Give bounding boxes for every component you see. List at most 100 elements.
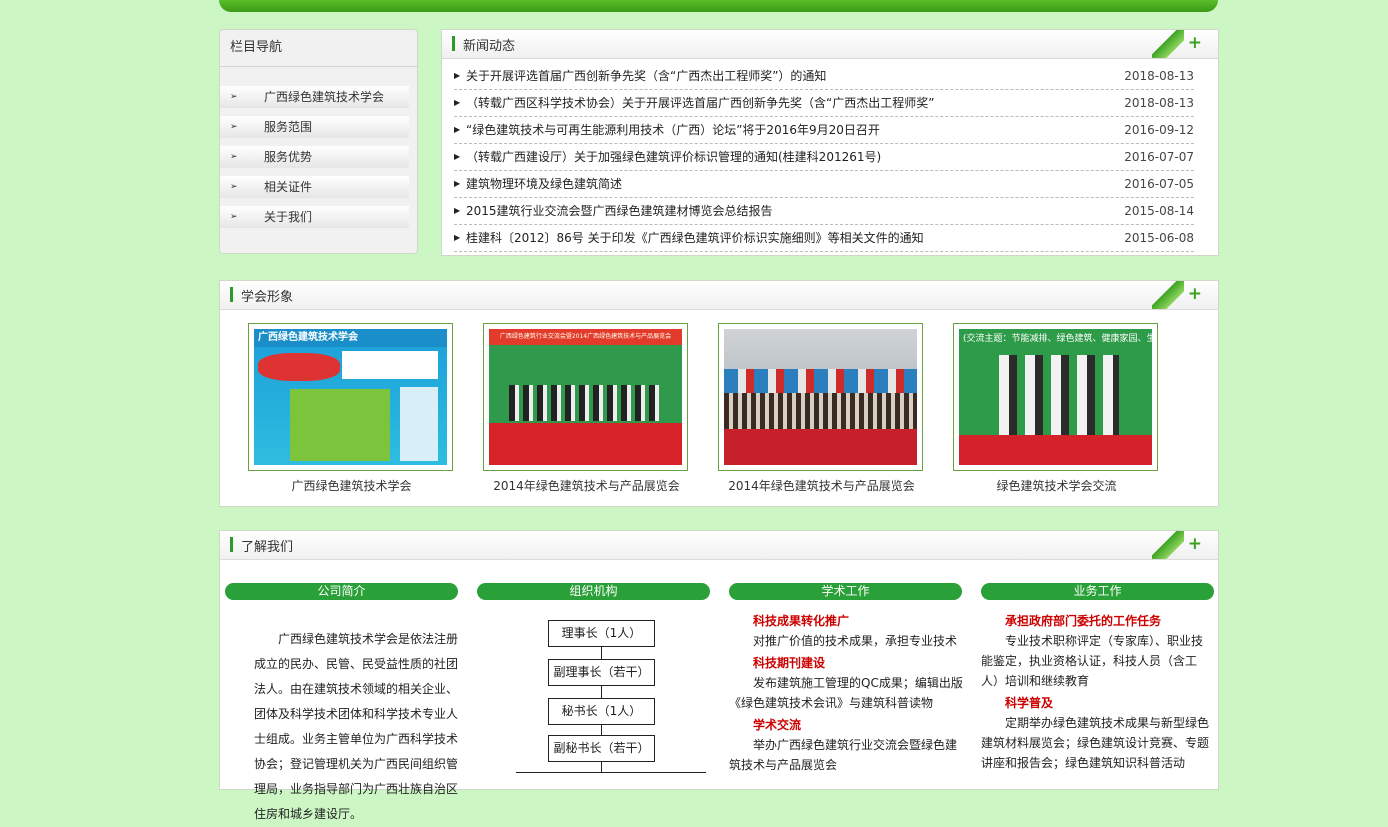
news-header: 新闻动态 + [442, 30, 1218, 59]
photo-society-exchange: (交流主题：节能减排、绿色建筑、健康家园、生 [959, 329, 1152, 465]
news-date: 2016-09-12 [1124, 123, 1194, 137]
academic-heading: 科技期刊建设 [753, 656, 826, 670]
gallery-panel: 学会形象 + 广西绿色建筑技术学会 广西绿色建筑技术学会 广西绿色建筑行业交流会… [219, 280, 1219, 507]
leaf-icon [1152, 531, 1184, 559]
academic-text: 举办广西绿色建筑行业交流会暨绿色建筑技术与产品展览会 [729, 738, 958, 772]
news-panel: 新闻动态 + ▶ 关于开展评选首届广西创新争先奖（含“广西杰出工程师奖”）的通知 2… [441, 29, 1219, 256]
photo-card[interactable]: 2014年绿色建筑技术与产品展览会 [718, 323, 925, 494]
sidebar-nav: 栏目导航 ➢ 广西绿色建筑技术学会 ➢ 服务范围 ➢ 服务优势 ➢ 相关证件 ➢ 关于我们 [219, 29, 418, 254]
news-item[interactable]: ▶ （转载广西区科学技术协会）关于开展评选首届广西创新争先奖（含“广西杰出工程师奖… [454, 90, 1194, 117]
news-date: 2015-06-08 [1124, 231, 1194, 245]
arrow-icon: ➢ [230, 212, 238, 222]
academic-text: 对推广价值的技术成果，承担专业技术 [753, 634, 958, 648]
org-connector [601, 762, 602, 772]
arrow-icon: ➢ [230, 182, 238, 192]
business-heading: 承担政府部门委托的工作任务 [1005, 614, 1162, 628]
photo-caption: 广西绿色建筑技术学会 [291, 479, 412, 493]
gallery-header: 学会形象 + [220, 281, 1218, 310]
photo-frame: 广西绿色建筑行业交流会暨2014广西绿色建筑技术与产品展览会 [483, 323, 688, 471]
news-item[interactable]: ▶ 建筑物理环境及绿色建筑简述 2016-07-05 [454, 171, 1194, 198]
about-header: 了解我们 + [220, 531, 1218, 560]
exchange-banner: (交流主题：节能减排、绿色建筑、健康家园、生 [963, 334, 1152, 344]
photo-caption: 2014年绿色建筑技术与产品展览会 [728, 479, 915, 493]
poster-art [258, 353, 340, 381]
about-title: 了解我们 [241, 540, 294, 555]
academic-text: 发布建筑施工管理的QC成果；编辑出版《绿色建筑技术会讯》与建筑科普读物 [729, 676, 963, 710]
photo-frame: 广西绿色建筑技术学会 [248, 323, 453, 471]
header-mark [230, 537, 233, 552]
red-carpet [959, 435, 1152, 465]
academic-work: 科技成果转化推广 对推广价值的技术成果，承担专业技术 科技期刊建设 发布建筑施工… [729, 611, 967, 777]
photo-society-poster: 广西绿色建筑技术学会 [254, 329, 447, 465]
org-connector [601, 647, 602, 659]
tab-academic[interactable]: 学术工作 [729, 583, 962, 600]
arrow-icon: ➢ [230, 122, 238, 132]
org-connector [601, 686, 602, 698]
photo-card[interactable]: 广西绿色建筑行业交流会暨2014广西绿色建筑技术与产品展览会 2014年绿色建筑… [483, 323, 690, 494]
bullet-icon: ▶ [454, 152, 461, 161]
tab-business[interactable]: 业务工作 [981, 583, 1214, 600]
news-item[interactable]: ▶ 2015建筑行业交流会暨广西绿色建筑建材博览会总结报告 2015-08-14 [454, 198, 1194, 225]
poster-title: 广西绿色建筑技术学会 [254, 329, 447, 347]
news-date: 2018-08-13 [1124, 96, 1194, 110]
sidebar-item-service-scope[interactable]: ➢ 服务范围 [220, 116, 409, 138]
photo-caption: 2014年绿色建筑技术与产品展览会 [493, 479, 680, 493]
sidebar-item-society[interactable]: ➢ 广西绿色建筑技术学会 [220, 86, 409, 108]
red-carpet [489, 423, 682, 465]
bullet-icon: ▶ [454, 206, 461, 215]
tab-organization[interactable]: 组织机构 [477, 583, 710, 600]
tab-company-intro[interactable]: 公司简介 [225, 583, 458, 600]
org-secretary: 秘书长（1人） [548, 698, 655, 725]
news-date: 2016-07-05 [1124, 177, 1194, 191]
poster-side-block [400, 387, 438, 461]
red-floor [724, 429, 917, 465]
news-item[interactable]: ▶ “绿色建筑技术与可再生能源利用技术（广西）论坛”将于2016年9月20日召开 2… [454, 117, 1194, 144]
arrow-icon: ➢ [230, 152, 238, 162]
org-connector [601, 725, 602, 735]
business-heading: 科学普及 [1005, 696, 1054, 710]
academic-heading: 学术交流 [753, 718, 802, 732]
bullet-icon: ▶ [454, 233, 461, 242]
bullet-icon: ▶ [454, 71, 461, 80]
poster-green-block [290, 389, 390, 461]
bullet-icon: ▶ [454, 98, 461, 107]
business-work: 承担政府部门委托的工作任务 专业技术职称评定（专家库）、职业技能鉴定，执业资格认… [981, 611, 1211, 775]
org-vice-chairman: 副理事长（若干） [548, 659, 655, 686]
sidebar-item-service-advantage[interactable]: ➢ 服务优势 [220, 146, 409, 168]
photo-card[interactable]: 广西绿色建筑技术学会 广西绿色建筑技术学会 [248, 323, 455, 494]
arrow-icon: ➢ [230, 92, 238, 102]
more-news-button[interactable]: + [1188, 33, 1202, 53]
about-panel: 了解我们 + 公司简介 组织机构 学术工作 业务工作 广西绿色建筑技术学会是依法… [219, 530, 1219, 821]
audience [724, 393, 917, 429]
org-chairman: 理事长（1人） [548, 620, 655, 647]
org-deputy-secretary: 副秘书长（若干） [548, 735, 655, 762]
news-item[interactable]: ▶ （转载广西建设厅）关于加强绿色建筑评价标识管理的通知(桂建科201261号) 2… [454, 144, 1194, 171]
news-title: 新闻动态 [463, 39, 516, 54]
company-intro-text: 广西绿色建筑技术学会是依法注册成立的民办、民管、民受益性质的社团法人。由在建筑技… [254, 632, 459, 821]
top-banner-bar [219, 0, 1218, 12]
news-item[interactable]: ▶ 桂建科〔2012〕86号 关于印发《广西绿色建筑评价标识实施细则》等相关文件的… [454, 225, 1194, 252]
bullet-icon: ▶ [454, 179, 461, 188]
sidebar-item-certificates[interactable]: ➢ 相关证件 [220, 176, 409, 198]
people-row [509, 385, 659, 421]
leaf-icon [1152, 30, 1184, 58]
sidebar-title: 栏目导航 [220, 30, 417, 67]
org-branch-line [516, 772, 706, 773]
bullet-icon: ▶ [454, 125, 461, 134]
news-date: 2015-08-14 [1124, 204, 1194, 218]
more-gallery-button[interactable]: + [1188, 284, 1202, 304]
news-item[interactable]: ▶ 关于开展评选首届广西创新争先奖（含“广西杰出工程师奖”）的通知 2018-08-… [454, 63, 1194, 90]
gallery-title: 学会形象 [241, 290, 294, 305]
exhibit-booths [724, 369, 917, 393]
photo-frame: (交流主题：节能减排、绿色建筑、健康家园、生 [953, 323, 1158, 471]
photo-caption: 绿色建筑技术学会交流 [996, 479, 1117, 493]
people-group [999, 355, 1119, 435]
news-date: 2016-07-07 [1124, 150, 1194, 164]
leaf-icon [1152, 281, 1184, 309]
expo-banner: 广西绿色建筑行业交流会暨2014广西绿色建筑技术与产品展览会 [489, 329, 682, 345]
photo-card[interactable]: (交流主题：节能减排、绿色建筑、健康家园、生 绿色建筑技术学会交流 [953, 323, 1160, 494]
sidebar-item-about-us[interactable]: ➢ 关于我们 [220, 206, 409, 228]
more-about-button[interactable]: + [1188, 534, 1202, 554]
photo-expo-hall [724, 329, 917, 465]
photo-expo-group: 广西绿色建筑行业交流会暨2014广西绿色建筑技术与产品展览会 [489, 329, 682, 465]
